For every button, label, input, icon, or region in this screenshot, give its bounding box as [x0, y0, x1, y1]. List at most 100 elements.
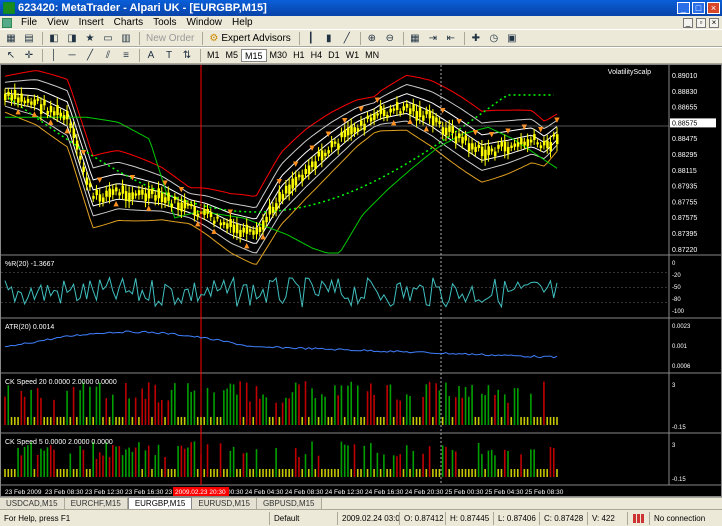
tab-eurchf[interactable]: EURCHF,M15	[64, 498, 128, 509]
menu-tools[interactable]: Tools	[148, 17, 181, 28]
candle-body	[523, 141, 526, 146]
wpr-scale-label: -100	[672, 309, 685, 315]
timeframe-h4[interactable]: H4	[308, 49, 326, 62]
strategy-tester-icon[interactable]: ▥	[118, 31, 134, 45]
menu-insert[interactable]: Insert	[74, 17, 109, 28]
candle-body	[471, 143, 474, 150]
indicators-icon[interactable]: ✚	[468, 31, 484, 45]
chart-shift-icon[interactable]: ⇤	[443, 31, 459, 45]
timeframe-d1[interactable]: D1	[325, 49, 343, 62]
crosshair-icon[interactable]: ✛	[21, 49, 37, 63]
expert-icon: ⚙	[209, 32, 219, 44]
menu-window[interactable]: Window	[181, 17, 227, 28]
price-tick-label: 0.88115	[672, 168, 697, 175]
candle-body	[203, 209, 206, 215]
tab-eurusd[interactable]: EURUSD,M15	[192, 498, 257, 509]
candle-body	[23, 100, 27, 104]
signal-arrow: ▼	[179, 185, 185, 193]
tab-eurgbp[interactable]: EURGBP,M15	[127, 497, 193, 509]
fibonacci-icon[interactable]: ≡	[118, 49, 134, 63]
candle-body	[72, 128, 76, 138]
timeframe-m1[interactable]: M1	[204, 49, 223, 62]
timeframe-m15[interactable]: M15	[241, 49, 267, 62]
candle-body	[412, 104, 415, 112]
candle-body	[160, 193, 164, 203]
signal-arrow: ▼	[293, 160, 299, 168]
candle-body	[533, 134, 536, 140]
candle-body	[350, 124, 353, 135]
doc-restore-button[interactable]: ▫	[696, 17, 706, 28]
timeframe-h1[interactable]: H1	[290, 49, 308, 62]
market-watch-icon[interactable]: ◧	[46, 31, 62, 45]
zoom-out-icon[interactable]: ⊖	[382, 31, 398, 45]
price-chart[interactable]: ▲ ▲▲▲▼▼▲▼▲▼▼▲▲▼▲▲▼▼▼▼▼▼▼▲ ▲▲▼▼▼ ▼ ▼▼ ▼▼Volati…	[1, 65, 721, 496]
menu-view[interactable]: View	[42, 17, 74, 28]
candle-body	[405, 103, 409, 108]
candle-body	[529, 139, 533, 143]
candle-body	[409, 108, 412, 115]
templates-icon[interactable]: ▣	[504, 31, 520, 45]
candle-body	[222, 222, 226, 225]
menu-file[interactable]: File	[16, 17, 42, 28]
wpr-scale-label: -80	[672, 297, 681, 303]
document-icon[interactable]	[2, 17, 12, 28]
channel-icon[interactable]: ⫽	[100, 49, 116, 63]
traffic-icon	[628, 511, 650, 525]
auto-scroll-icon[interactable]: ⇥	[425, 31, 441, 45]
text-icon[interactable]: A	[143, 49, 159, 63]
timeframe-m30[interactable]: M30	[267, 49, 291, 62]
navigator-icon[interactable]: ★	[82, 31, 98, 45]
profiles-icon[interactable]: ▤	[21, 31, 37, 45]
indicator-label: VolatilityScalp	[608, 69, 651, 76]
data-window-icon[interactable]: ◨	[64, 31, 80, 45]
tab-usdcad[interactable]: USDCAD,M15	[0, 498, 65, 509]
tile-windows-icon[interactable]: ▦	[407, 31, 423, 45]
candle-body	[369, 117, 373, 122]
new-chart-icon[interactable]: ▦	[3, 31, 19, 45]
doc-minimize-button[interactable]: _	[683, 17, 693, 28]
candle-body	[320, 150, 324, 161]
label-icon[interactable]: T	[161, 49, 177, 63]
candle-body	[141, 189, 144, 195]
candle-body	[376, 113, 379, 116]
time-axis-label: 25 Feb 00:30	[445, 489, 484, 496]
timeframe-m5[interactable]: M5	[223, 49, 242, 62]
candle-body	[503, 141, 507, 152]
price-tick-label: 0.89010	[672, 73, 697, 80]
maximize-button[interactable]: □	[692, 2, 705, 14]
arrows-icon[interactable]: ⇅	[179, 49, 195, 63]
expert-advisors-button[interactable]: ⚙ Expert Advisors	[206, 31, 293, 45]
candle-body	[271, 206, 275, 213]
candle-body	[235, 223, 239, 234]
cursor-icon[interactable]: ↖	[3, 49, 19, 63]
candle-body	[435, 117, 438, 123]
menu-charts[interactable]: Charts	[109, 17, 148, 28]
tab-gbpusd[interactable]: GBPUSD,M15	[256, 498, 322, 509]
timeframe-w1[interactable]: W1	[343, 49, 363, 62]
vertical-line-icon[interactable]: │	[46, 49, 62, 63]
minimize-button[interactable]: _	[677, 2, 690, 14]
time-axis-label: 24 Feb 08:30	[285, 489, 324, 496]
menu-help[interactable]: Help	[227, 17, 258, 28]
signal-arrow: ▲	[244, 242, 250, 250]
candle-body	[395, 102, 399, 110]
candle-body	[30, 101, 33, 105]
signal-arrow: ▲	[32, 110, 38, 118]
time-axis-label: 24 Feb 12:30	[325, 489, 364, 496]
new-order-button[interactable]: New Order	[143, 31, 197, 45]
doc-close-button[interactable]: ×	[709, 17, 719, 28]
close-button[interactable]: ×	[707, 2, 720, 14]
status-volume: V: 422	[588, 511, 628, 525]
bar-chart-icon[interactable]: ┃	[303, 31, 319, 45]
candlestick-icon[interactable]: ▮	[321, 31, 337, 45]
periods-icon[interactable]: ◷	[486, 31, 502, 45]
zoom-in-icon[interactable]: ⊕	[364, 31, 380, 45]
timeframe-mn[interactable]: MN	[362, 49, 382, 62]
candle-body	[402, 106, 405, 111]
chart-window[interactable]: ▲ ▲ ▲ ▲ ▼ ▼ ▲ ▼ ▲ ▼ ▼ ▲ ▲ ▼ ▲ ▲ ▼ ▼ ▼ ▼ ▼ ▼ ▼ ▲ ▲ ▲ ▼ ▼ ▼ ▼ ▼ ▼ ▼ ▼ Volati…	[0, 64, 722, 497]
horizontal-line-icon[interactable]: ─	[64, 49, 80, 63]
line-chart-icon[interactable]: ╱	[339, 31, 355, 45]
signal-arrow: ▼	[489, 131, 495, 139]
terminal-icon[interactable]: ▭	[100, 31, 116, 45]
trendline-icon[interactable]: ╱	[82, 49, 98, 63]
